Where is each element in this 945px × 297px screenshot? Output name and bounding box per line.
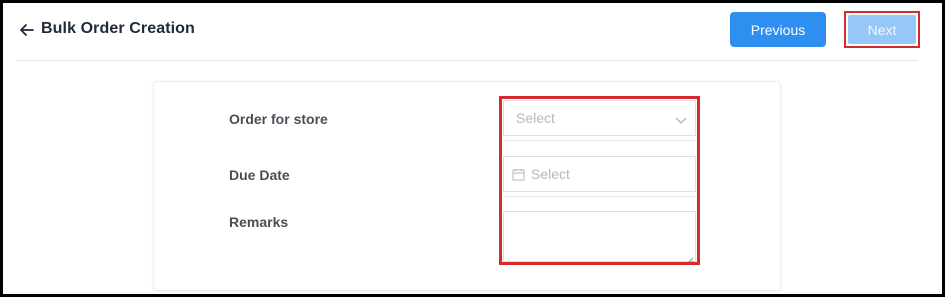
page-header: Bulk Order Creation Previous Next	[3, 3, 942, 61]
fields-highlight-box	[499, 96, 700, 265]
remarks-label: Remarks	[229, 214, 289, 230]
previous-button[interactable]: Previous	[730, 12, 826, 47]
next-button[interactable]: Next	[848, 15, 916, 44]
page-title: Bulk Order Creation	[41, 20, 195, 37]
order-for-store-label: Order for store	[229, 111, 328, 127]
header-divider	[17, 60, 918, 61]
arrow-left-icon[interactable]	[17, 20, 37, 40]
due-date-label: Due Date	[229, 167, 290, 183]
next-button-highlight: Next	[844, 11, 920, 48]
page: Bulk Order Creation Previous Next	[3, 3, 942, 294]
